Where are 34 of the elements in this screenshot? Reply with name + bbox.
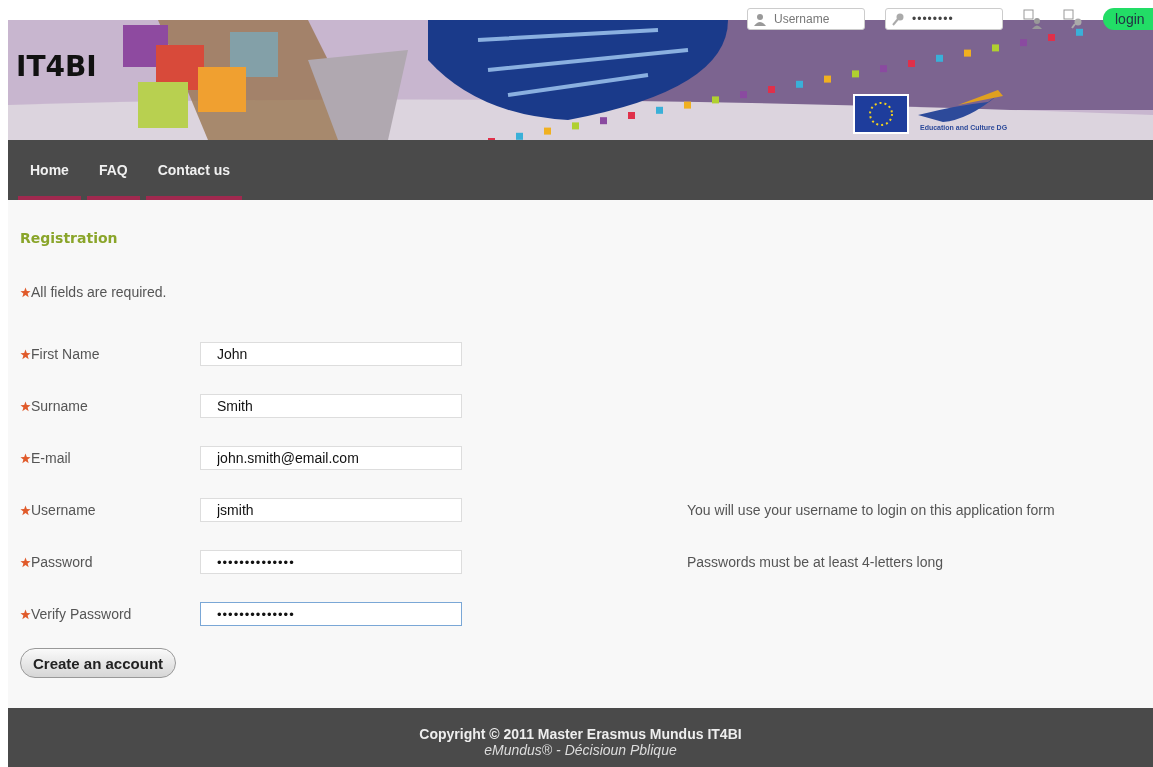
star-icon: [20, 608, 31, 620]
star-icon: [20, 348, 31, 360]
input-field[interactable]: jsmith: [200, 498, 462, 522]
logo: IT4BI: [16, 50, 97, 83]
star-icon: [20, 504, 31, 516]
star-icon: [20, 452, 31, 464]
input-field[interactable]: John: [200, 342, 462, 366]
password-field[interactable]: ••••••••••••••: [200, 602, 462, 626]
credit-text: eMundus® - Décisioun Pblique: [484, 742, 677, 758]
password-field[interactable]: ••••••••: [885, 8, 1003, 30]
forgot-username-icon[interactable]: [1023, 9, 1043, 29]
field-hint: Passwords must be at least 4-letters long: [687, 554, 943, 570]
field-label: Surname: [31, 398, 88, 414]
password-field[interactable]: ••••••••••••••: [200, 550, 462, 574]
page-title: Registration: [20, 230, 119, 246]
field-label: First Name: [31, 346, 100, 362]
key-icon: [892, 12, 904, 26]
field-label: Verify Password: [31, 606, 132, 622]
create-account-button[interactable]: Create an account: [20, 648, 177, 678]
field-label: E-mail: [31, 450, 71, 466]
field-label: Password: [31, 554, 93, 570]
star-icon: [20, 286, 31, 298]
required-note: All fields are required.: [31, 284, 167, 300]
star-icon: [20, 400, 31, 412]
username-field[interactable]: Username: [747, 8, 865, 30]
forgot-password-icon[interactable]: [1063, 9, 1083, 29]
login-button[interactable]: login: [1103, 8, 1153, 30]
input-field[interactable]: Smith: [200, 394, 462, 418]
copyright-text: Copyright © 2011 Master Erasmus Mundus IT4BI: [419, 726, 742, 742]
field-label: Username: [31, 502, 96, 518]
user-icon: [754, 12, 766, 26]
star-icon: [20, 556, 31, 568]
field-hint: You will use your username to login on this application form: [687, 502, 1055, 518]
input-field[interactable]: john.smith@email.com: [200, 446, 462, 470]
